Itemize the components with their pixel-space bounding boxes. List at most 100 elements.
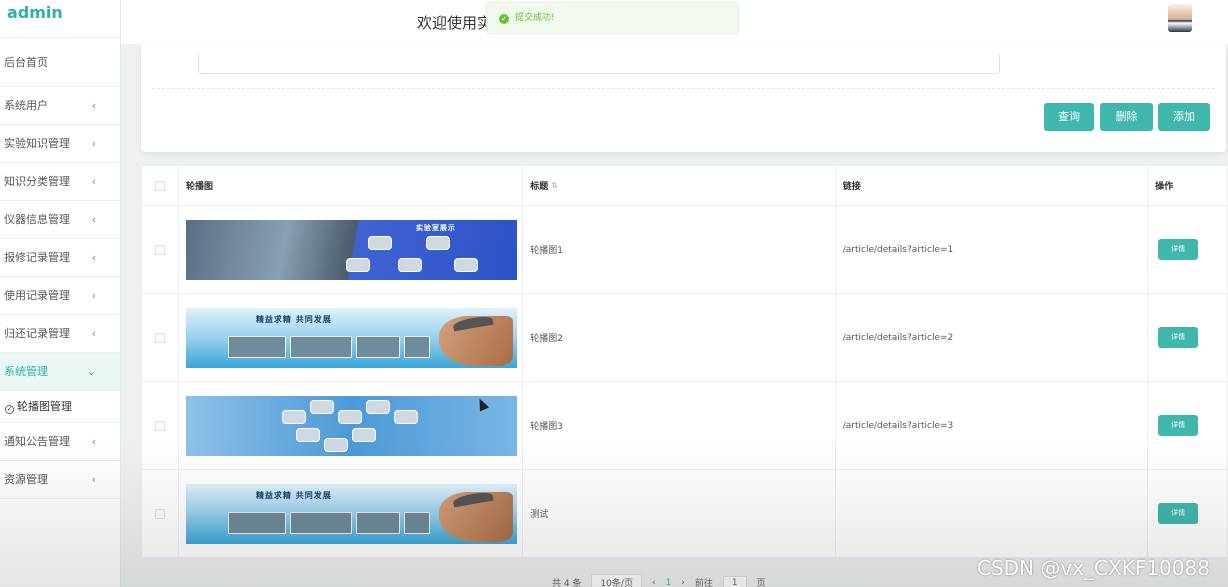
header-link: 链接 [836,166,1149,205]
chevron-down-icon: ⌄ [86,365,96,378]
banner-decoration [403,511,430,534]
sidebar-item-resources[interactable]: 资源管理 ‹ [0,461,120,499]
add-button[interactable]: 添加 [1158,103,1210,131]
row-checkbox[interactable] [154,244,165,255]
search-card: 查询 删除 添加 [141,44,1226,152]
actions-cell: 详情 [1148,470,1227,557]
select-all-checkbox[interactable] [154,180,165,191]
banner-decoration [367,235,392,250]
pagination: 共 4 条 10条/页 ‹ 1 › 前往 1 页 [552,574,766,587]
chevron-left-icon: ‹ [91,435,96,448]
divider [152,88,1215,89]
sidebar: admin 后台首页 系统用户 ‹ 实验知识管理 ‹ 知识分类管理 ‹ 仪器信息管理 ‹… [0,0,121,587]
carousel-image: 精益求精 共同发展 [185,307,517,368]
success-toast: ✓ 提交成功! [486,2,739,34]
goto-label: 前往 [694,579,713,587]
banner-decoration [337,409,362,424]
circle-check-icon: ✓ [5,405,14,414]
pagination-total: 共 4 条 [552,579,582,587]
next-page-button[interactable]: › [681,578,685,587]
avatar[interactable] [1168,4,1192,32]
sidebar-item-notices[interactable]: 通知公告管理 ‹ [0,423,120,461]
banner-decoration [345,257,370,272]
toast-message: 提交成功! [515,13,555,23]
banner-decoration [227,511,286,534]
sidebar-item-repair-records[interactable]: 报修记录管理 ‹ [0,239,120,277]
sidebar-item-label: 通知公告管理 [4,435,70,448]
banner-decoration [351,427,376,442]
sidebar-item-label: 仪器信息管理 [4,213,70,226]
title-cell: 轮播图3 [523,382,836,469]
actions-cell: 详情 [1148,294,1227,381]
row-checkbox[interactable] [154,420,165,431]
sidebar-item-label: 归还记录管理 [4,327,70,340]
table-header: 轮播图 标题 ⇅ 链接 操作 [142,166,1227,206]
page-number-current[interactable]: 1 [666,578,672,587]
banner-decoration [289,511,352,534]
prev-page-button[interactable]: ‹ [652,578,656,587]
banner-decoration [403,335,430,358]
sidebar-item-label: 系统管理 [4,365,48,378]
sidebar-item-experiment-knowledge[interactable]: 实验知识管理 ‹ [0,125,120,163]
header-checkbox-cell [142,166,179,205]
page-size-select[interactable]: 10条/页 [591,574,642,587]
check-circle-icon: ✓ [499,14,509,24]
chevron-left-icon: ‹ [91,251,96,264]
row-checkbox-cell [142,206,179,293]
sidebar-item-knowledge-category[interactable]: 知识分类管理 ‹ [0,163,120,201]
banner-decoration [281,409,306,424]
banner-decoration [365,399,390,414]
banner-decoration [295,427,320,442]
detail-button[interactable]: 详情 [1158,415,1199,436]
link-cell: /article/details?article=1 [836,206,1149,293]
row-checkbox-cell [142,294,179,381]
banner-decoration [453,257,478,272]
row-checkbox[interactable] [154,508,165,519]
sidebar-subitem-carousel[interactable]: ✓ 轮播图管理 [0,391,120,423]
sidebar-item-home[interactable]: 后台首页 [0,38,120,87]
chevron-left-icon: ‹ [91,137,96,150]
banner-text: 实验室展示 [415,223,456,232]
image-cell: 精益求精 共同发展 [179,470,524,557]
goto-page-input[interactable]: 1 [722,575,747,587]
image-cell: 实验室展示 [179,206,524,293]
banner-decoration [397,257,422,272]
detail-button[interactable]: 详情 [1158,327,1199,348]
table-row: 实验室展示 轮播图1 /article/details?article=1 详情 [142,206,1227,294]
sidebar-item-label: 资源管理 [4,473,48,486]
header-title[interactable]: 标题 ⇅ [523,166,836,205]
sidebar-item-label: 使用记录管理 [4,289,70,302]
carousel-image: 实验室展示 [185,219,517,280]
table-row: 精益求精 共同发展 测试 详情 [142,470,1227,558]
header-actions: 操作 [1155,182,1174,192]
sidebar-item-instrument-info[interactable]: 仪器信息管理 ‹ [0,201,120,239]
header-image: 轮播图 [179,166,524,205]
sidebar-item-label: 报修记录管理 [4,251,70,264]
carousel-image [185,395,517,456]
title-cell: 轮播图1 [523,206,836,293]
title-cell: 测试 [523,470,836,557]
actions-cell: 详情 [1148,382,1227,469]
image-cell: 精益求精 共同发展 [179,294,524,381]
sidebar-item-label: 轮播图管理 [17,400,72,413]
chevron-left-icon: ‹ [91,213,96,226]
detail-button[interactable]: 详情 [1158,239,1199,260]
table-row: 精益求精 共同发展 轮播图2 /article/details?article=… [142,294,1227,382]
search-input[interactable] [198,54,1000,74]
row-checkbox[interactable] [154,332,165,343]
delete-button[interactable]: 删除 [1100,103,1153,131]
banner-text: 精益求精 共同发展 [255,490,332,500]
sidebar-item-usage-records[interactable]: 使用记录管理 ‹ [0,277,120,315]
detail-button[interactable]: 详情 [1158,503,1199,524]
sidebar-item-return-records[interactable]: 归还记录管理 ‹ [0,315,120,353]
image-cell [179,382,524,469]
query-button[interactable]: 查询 [1044,103,1094,131]
sort-icon[interactable]: ⇅ [551,181,558,190]
sidebar-item-label: 后台首页 [4,56,48,69]
watermark: CSDN @vx_CXKF10088 [977,556,1210,580]
sidebar-item-system-management[interactable]: 系统管理 ⌄ [0,353,120,391]
carousel-table: 轮播图 标题 ⇅ 链接 操作 实验室展示 轮播图1 /article/detail… [141,165,1228,559]
row-checkbox-cell [142,470,179,557]
banner-text: 精益求精 共同发展 [255,314,332,324]
sidebar-item-system-users[interactable]: 系统用户 ‹ [0,87,120,125]
